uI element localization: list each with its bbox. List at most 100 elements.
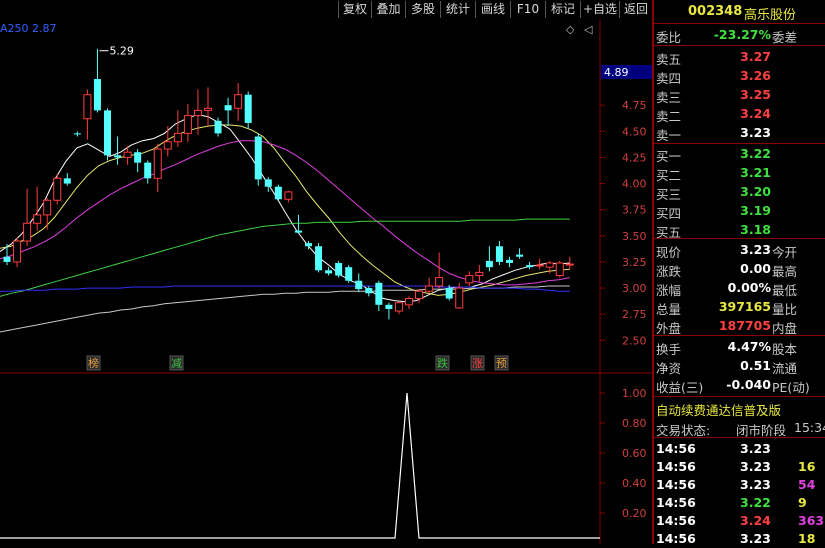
candle-body — [495, 246, 503, 262]
price-tick-label: 3.00 — [622, 282, 647, 295]
candle-body — [526, 265, 534, 268]
price-tick-label: 3.50 — [622, 230, 647, 243]
price-tick-label: 4.75 — [622, 99, 647, 112]
marker-label: 涨 — [472, 357, 483, 370]
ask-row-1-value: 3.23 — [740, 125, 771, 140]
candle-body — [375, 282, 383, 305]
candle-body — [415, 290, 424, 300]
stat-row: 外盘 187705 内盘 — [654, 317, 825, 336]
tick-row: 14:56 3.23 54 — [654, 476, 825, 494]
kline-chart[interactable]: A250 2.87 ◇ ◁ 4.89 4.75 4.50 4.25 4.00 3.75 3… — [0, 20, 652, 544]
candle-body — [506, 259, 513, 263]
bid-row-4-value: 3.19 — [740, 203, 771, 218]
candle-body — [435, 277, 444, 287]
multi-stock-button[interactable]: 多股 — [405, 1, 440, 18]
ma-line-ma5 — [0, 114, 570, 303]
tick-price: 3.23 — [740, 459, 771, 474]
tick-time: 14:56 — [656, 513, 696, 528]
candle-body — [53, 177, 62, 201]
weibi-row: 委比 -23.27% 委差 — [654, 26, 825, 45]
tick-price: 3.23 — [740, 531, 771, 544]
ask-row-3: 卖三 3.25 — [654, 86, 825, 105]
bid-row-2-label: 买二 — [656, 168, 682, 183]
bid-row-5-value: 3.18 — [740, 222, 771, 237]
price-marker: 4.89 — [604, 66, 629, 79]
candle-body — [23, 222, 32, 242]
tick-volume: 363 — [798, 513, 825, 528]
candle-body — [335, 262, 343, 276]
f10-button[interactable]: F10 — [510, 1, 545, 18]
fuquan-button[interactable]: 复权 — [338, 1, 371, 18]
ask-row-5: 卖五 3.27 — [654, 48, 825, 67]
tick-volume: 16 — [798, 459, 816, 474]
stat-row-label: 涨跌 — [656, 264, 682, 279]
overlay-button[interactable]: 叠加 — [371, 1, 405, 18]
stat2-row-value: -0.040 — [726, 377, 771, 392]
tick-row: 14:56 3.24 363 — [654, 512, 825, 530]
collapse-icon[interactable]: ◁ — [584, 23, 593, 36]
candle-body — [465, 275, 474, 284]
promo-row[interactable]: 自动续费通达信普及版 — [654, 399, 825, 419]
price-tick-label: 2.50 — [622, 334, 647, 347]
price-tick-label: 4.00 — [622, 178, 647, 191]
price-tick-label: 3.75 — [622, 204, 647, 217]
stat2-row: 收益(三) -0.040 PE(动) — [654, 376, 825, 395]
stat-row-label: 涨幅 — [656, 283, 682, 298]
bid-row-1-label: 买一 — [656, 149, 682, 164]
candle-body — [183, 115, 192, 134]
candle-body — [284, 191, 293, 200]
candle-body — [325, 270, 333, 274]
statistics-button[interactable]: 统计 — [440, 1, 475, 18]
sub-axis: 1.00 0.80 0.60 0.40 0.20 — [600, 387, 647, 520]
ask-row-4-label: 卖四 — [656, 71, 682, 86]
bid-row-1: 买一 3.22 — [654, 145, 825, 164]
candle-body — [153, 148, 162, 179]
marker-label: 预 — [496, 357, 507, 370]
stock-code: 002348 — [688, 4, 743, 19]
price-tick-label: 2.75 — [622, 308, 647, 321]
candle-body — [214, 120, 222, 134]
candle-body — [394, 302, 403, 312]
tick-row: 14:56 3.22 9 — [654, 494, 825, 512]
diamond-icon[interactable]: ◇ — [566, 23, 575, 36]
tick-price: 3.23 — [740, 441, 771, 456]
candle-body — [163, 141, 172, 150]
stock-header[interactable]: 002348 高乐股份 — [654, 2, 825, 23]
bid-row-4: 买四 3.19 — [654, 202, 825, 221]
moving-averages — [0, 114, 570, 333]
draw-line-button[interactable]: 画线 — [475, 1, 510, 18]
candle-body — [485, 260, 493, 268]
stat-row: 总量 397165 量比 — [654, 298, 825, 317]
candle-body — [355, 280, 363, 290]
ask-row-5-label: 卖五 — [656, 52, 682, 67]
sub-tick-label: 1.00 — [622, 387, 647, 400]
stat2-row-label: 净资 — [656, 361, 682, 376]
candles — [3, 48, 574, 320]
ask-row-4-value: 3.26 — [740, 68, 771, 83]
marker-label: 减 — [171, 357, 182, 370]
candle-body — [545, 262, 554, 268]
add-watchlist-button[interactable]: +自选 — [580, 1, 619, 18]
stat2-row-label2: 流通 — [772, 361, 798, 376]
event-markers: 榜 减 跌 涨预 — [86, 355, 509, 371]
stat-row: 现价 3.23 今开 — [654, 241, 825, 260]
stat2-row-label: 换手 — [656, 342, 682, 357]
back-button[interactable]: 返回 — [619, 1, 652, 18]
promo-text[interactable]: 自动续费通达信普及版 — [656, 400, 781, 419]
candle-body — [455, 287, 464, 309]
tick-time: 14:56 — [656, 441, 696, 456]
stat-row-label2: 今开 — [772, 245, 798, 260]
marker-label: 跌 — [437, 356, 448, 370]
tick-price: 3.22 — [740, 495, 771, 510]
mark-button[interactable]: 标记 — [545, 1, 580, 18]
candle-body — [204, 107, 212, 111]
tick-volume: 9 — [798, 495, 807, 510]
sub-tick-label: 0.60 — [622, 447, 647, 460]
kline-chart-area[interactable]: A250 2.87 ◇ ◁ 4.89 4.75 4.50 4.25 4.00 3.75 3… — [0, 20, 652, 544]
ask-row-1: 卖一 3.23 — [654, 124, 825, 143]
bid-row-1-value: 3.22 — [740, 146, 771, 161]
tick-row: 14:56 3.23 16 — [654, 458, 825, 476]
candle-body — [93, 79, 101, 111]
candle-body — [565, 263, 574, 266]
candle-body — [104, 110, 111, 156]
